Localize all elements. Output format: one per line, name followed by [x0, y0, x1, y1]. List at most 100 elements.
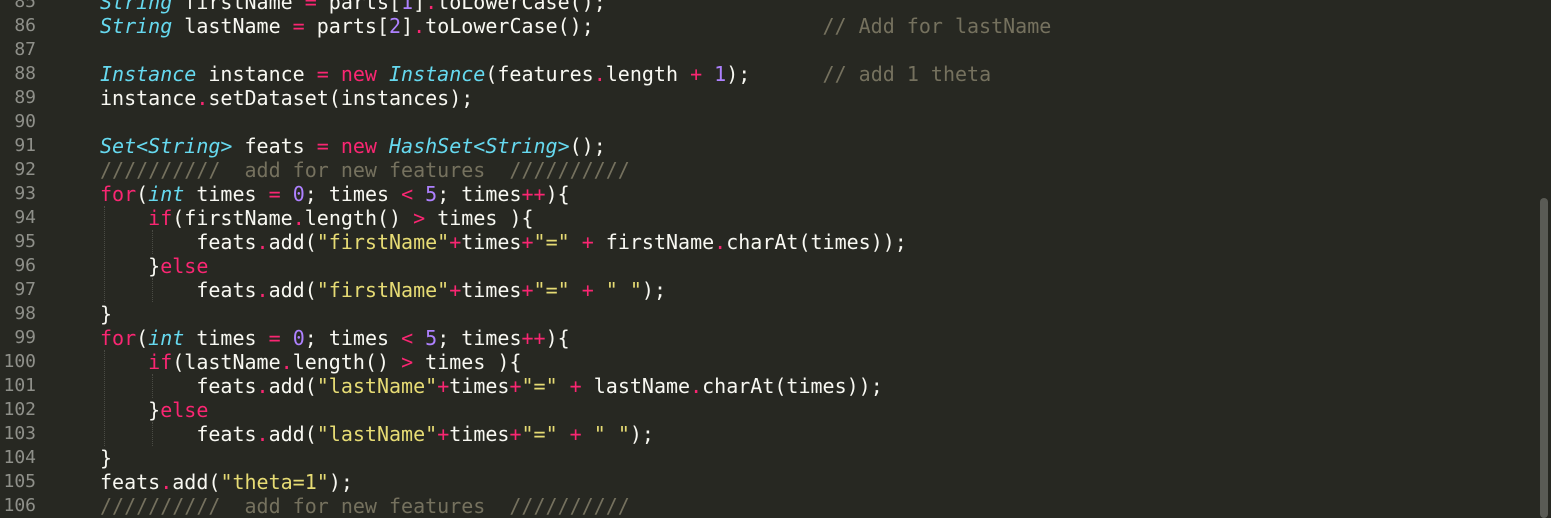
line-number: 86 — [14, 15, 36, 36]
code-line-text: } — [100, 446, 112, 470]
code-token: length — [605, 62, 691, 86]
code-line-text: feats.add("lastName"+times+"=" + " "); — [100, 422, 654, 446]
code-token: } — [100, 254, 161, 278]
code-token: + — [509, 374, 522, 398]
code-line[interactable]: feats.add("firstName"+times+"=" + firstN… — [44, 230, 1537, 254]
code-token: 5 — [425, 326, 438, 350]
code-token: Instance — [389, 62, 486, 86]
code-token: ] — [401, 14, 414, 38]
code-token: times ){ — [413, 350, 522, 374]
code-token: instance — [100, 86, 197, 110]
code-token: ){ — [545, 182, 570, 206]
code-token: . — [593, 62, 606, 86]
code-token: else — [160, 398, 209, 422]
code-token: feats — [100, 470, 161, 494]
code-line[interactable]: Set<String> feats = new HashSet<String>(… — [44, 134, 1537, 158]
code-token: . — [160, 470, 173, 494]
code-token: (lastName — [172, 350, 281, 374]
code-line-text: ////////// add for new features ////////… — [100, 158, 630, 182]
code-token: feats — [100, 230, 257, 254]
code-token: . — [425, 0, 438, 14]
code-line[interactable]: } — [44, 302, 1537, 326]
code-token: = — [304, 0, 317, 14]
code-token: times — [184, 326, 269, 350]
code-token: " " — [605, 278, 642, 302]
code-line-text: String lastName = parts[2].toLowerCase()… — [100, 14, 1051, 38]
code-area[interactable]: String firstName = parts[1].toLowerCase(… — [44, 0, 1537, 518]
code-token: charAt(times)); — [726, 230, 907, 254]
code-token: lastName — [172, 14, 293, 38]
line-number: 88 — [14, 63, 36, 84]
code-line[interactable]: instance.setDataset(instances); — [44, 86, 1537, 110]
indent-guide — [104, 350, 105, 446]
line-number: 95 — [14, 231, 36, 252]
code-line[interactable]: feats.add("firstName"+times+"=" + " "); — [44, 278, 1537, 302]
code-line-text: Instance instance = new Instance(feature… — [100, 62, 991, 86]
code-token: "firstName" — [316, 230, 450, 254]
code-token: 0 — [292, 326, 305, 350]
code-token: for — [100, 182, 137, 206]
code-line[interactable]: String lastName = parts[2].toLowerCase()… — [44, 14, 1537, 38]
code-token: ////////// add for new features ////////… — [100, 158, 630, 182]
code-line[interactable]: }else — [44, 398, 1537, 422]
code-line[interactable]: }else — [44, 254, 1537, 278]
code-token: ++ — [521, 326, 546, 350]
code-token: + — [581, 278, 594, 302]
code-token: ( — [136, 182, 149, 206]
code-editor[interactable]: 85 86 87 88 89 90 91 92 93 94 95 96 97 98 99 100 101 102 1… — [0, 0, 1551, 518]
code-line-text: }else — [100, 254, 208, 278]
code-line[interactable] — [44, 38, 1537, 62]
code-line[interactable]: ////////// add for new features ////////… — [44, 494, 1537, 518]
code-token: . — [413, 14, 426, 38]
code-line[interactable] — [44, 110, 1537, 134]
code-token: "=" — [521, 374, 558, 398]
code-token: . — [714, 230, 727, 254]
code-token: String — [100, 14, 173, 38]
code-line[interactable]: } — [44, 446, 1537, 470]
line-number: 94 — [14, 207, 36, 228]
code-token: add( — [268, 230, 317, 254]
code-line[interactable]: ////////// add for new features ////////… — [44, 158, 1537, 182]
code-line[interactable]: feats.add("theta=1"); — [44, 470, 1537, 494]
code-line[interactable]: if(firstName.length() > times ){ — [44, 206, 1537, 230]
code-line[interactable]: feats.add("lastName"+times+"=" + " "); — [44, 422, 1537, 446]
vertical-scrollbar[interactable] — [1537, 0, 1551, 518]
code-line[interactable]: feats.add("lastName"+times+"=" + lastNam… — [44, 374, 1537, 398]
code-token: int — [148, 182, 185, 206]
code-line[interactable]: String firstName = parts[1].toLowerCase(… — [44, 0, 1537, 14]
code-line[interactable]: Instance instance = new Instance(feature… — [44, 62, 1537, 86]
code-line[interactable]: if(lastName.length() > times ){ — [44, 350, 1537, 374]
code-line-text: if(lastName.length() > times ){ — [100, 350, 521, 374]
scrollbar-thumb[interactable] — [1540, 198, 1548, 518]
code-token: "theta=1" — [220, 470, 329, 494]
code-token: toLowerCase(); — [425, 14, 823, 38]
code-token: < — [401, 182, 414, 206]
code-token: ); — [328, 470, 353, 494]
code-token: times — [184, 182, 269, 206]
code-token: for — [100, 326, 137, 350]
code-token: ; times — [437, 182, 522, 206]
line-number-gutter: 85 86 87 88 89 90 91 92 93 94 95 96 97 98 99 100 101 102 1… — [0, 0, 44, 518]
code-token: add( — [172, 470, 221, 494]
code-token: add( — [268, 374, 317, 398]
code-token: + — [690, 62, 703, 86]
code-line-text: } — [100, 302, 112, 326]
code-token: "=" — [533, 230, 570, 254]
code-token: } — [100, 302, 113, 326]
code-line[interactable]: for(int times = 0; times < 5; times++){ — [44, 326, 1537, 350]
code-line[interactable]: for(int times = 0; times < 5; times++){ — [44, 182, 1537, 206]
code-line-text: instance.setDataset(instances); — [100, 86, 473, 110]
code-token: add( — [268, 422, 317, 446]
code-token: "lastName" — [316, 422, 438, 446]
code-token: ); — [641, 278, 667, 302]
code-token: = — [292, 14, 305, 38]
indent-guide — [152, 422, 153, 446]
code-token: } — [100, 398, 161, 422]
code-token: . — [256, 278, 269, 302]
